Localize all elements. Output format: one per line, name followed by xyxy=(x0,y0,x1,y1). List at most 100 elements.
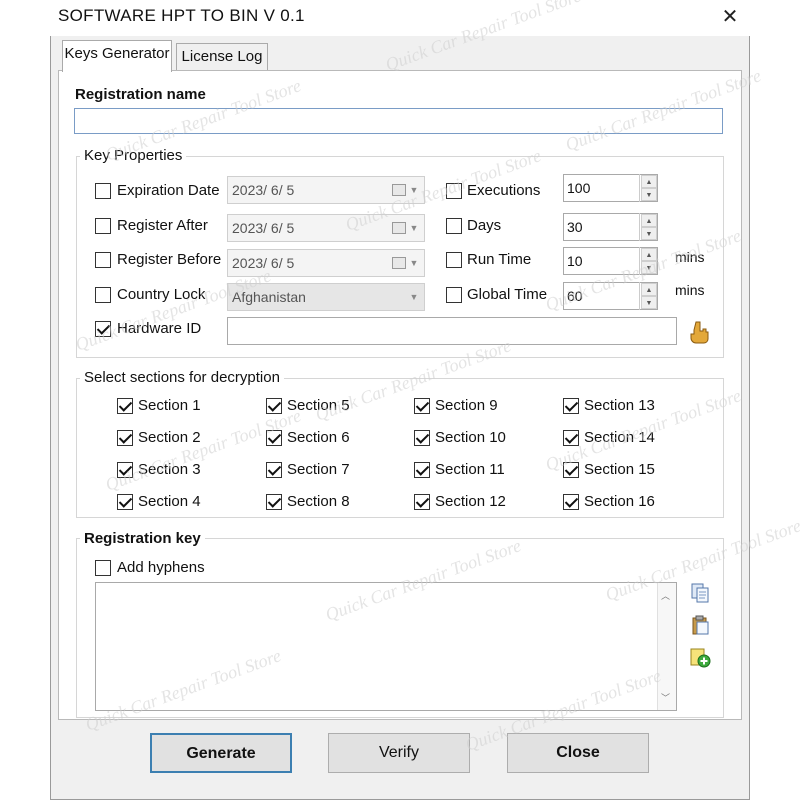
executions-checkbox[interactable] xyxy=(446,183,462,199)
section-3-checkbox[interactable] xyxy=(117,462,133,478)
up-arrow-icon[interactable]: ▲ xyxy=(641,283,657,296)
section-15-label: Section 15 xyxy=(584,461,655,478)
section-12-label: Section 12 xyxy=(435,493,506,510)
section-2-checkbox[interactable] xyxy=(117,430,133,446)
section-7-label: Section 7 xyxy=(287,461,350,478)
chevron-down-icon: ▼ xyxy=(409,223,419,233)
copy-button[interactable] xyxy=(689,582,711,604)
hardware-id-input[interactable] xyxy=(227,317,677,345)
down-arrow-icon[interactable]: ▼ xyxy=(641,227,657,240)
register-before-checkbox[interactable] xyxy=(95,252,111,268)
days-spinbox[interactable]: 30 ▲ ▼ xyxy=(563,213,658,241)
section-2-label: Section 2 xyxy=(138,429,201,446)
register-after-checkbox[interactable] xyxy=(95,218,111,234)
paste-button[interactable] xyxy=(689,614,711,636)
hand-pointer-icon xyxy=(690,321,709,344)
expiration-date-checkbox[interactable] xyxy=(95,183,111,199)
run-time-unit: mins xyxy=(675,249,705,265)
up-arrow-icon[interactable]: ▲ xyxy=(641,214,657,227)
section-8-checkbox[interactable] xyxy=(266,494,282,510)
tab-keys-generator[interactable]: Keys Generator xyxy=(62,40,172,72)
section-4-checkbox[interactable] xyxy=(117,494,133,510)
days-spin-buttons[interactable]: ▲ ▼ xyxy=(639,213,657,241)
window-close-button[interactable]: ✕ xyxy=(716,4,744,30)
up-arrow-icon[interactable]: ▲ xyxy=(641,248,657,261)
registration-name-input[interactable] xyxy=(74,108,723,134)
section-9-checkbox[interactable] xyxy=(414,398,430,414)
section-16-checkbox[interactable] xyxy=(563,494,579,510)
add-hyphens-checkbox[interactable] xyxy=(95,560,111,576)
section-9-label: Section 9 xyxy=(435,397,498,414)
section-5-checkbox[interactable] xyxy=(266,398,282,414)
chevron-down-icon: ▼ xyxy=(409,258,419,268)
down-arrow-icon[interactable]: ▼ xyxy=(641,261,657,274)
expiration-date-picker[interactable]: 2023/ 6/ 5 ▼ xyxy=(227,176,425,204)
global-time-checkbox[interactable] xyxy=(446,287,462,303)
section-4-label: Section 4 xyxy=(138,493,201,510)
add-key-button[interactable] xyxy=(689,646,711,668)
global-time-value: 60 xyxy=(567,288,583,304)
scroll-up-icon[interactable]: ︿ xyxy=(661,589,670,602)
section-13-checkbox[interactable] xyxy=(563,398,579,414)
registration-key-legend: Registration key xyxy=(80,530,205,547)
close-button[interactable]: Close xyxy=(507,733,649,773)
down-arrow-icon[interactable]: ▼ xyxy=(641,296,657,309)
hardware-id-label: Hardware ID xyxy=(117,320,202,337)
verify-button[interactable]: Verify xyxy=(328,733,470,773)
days-label: Days xyxy=(467,217,502,234)
generate-button[interactable]: Generate xyxy=(150,733,292,773)
section-3-label: Section 3 xyxy=(138,461,201,478)
expiration-date-value: 2023/ 6/ 5 xyxy=(232,182,295,198)
global-time-spin-buttons[interactable]: ▲ ▼ xyxy=(639,282,657,310)
country-select-value: Afghanistan xyxy=(232,289,306,305)
add-hyphens-label: Add hyphens xyxy=(117,559,205,576)
country-select[interactable]: Afghanistan ▼ xyxy=(227,283,425,311)
down-arrow-icon[interactable]: ▼ xyxy=(641,188,657,201)
section-11-checkbox[interactable] xyxy=(414,462,430,478)
country-lock-label: Country Lock xyxy=(117,286,206,303)
scroll-down-icon[interactable]: ﹀ xyxy=(661,691,670,704)
add-icon xyxy=(690,648,711,668)
section-10-label: Section 10 xyxy=(435,429,506,446)
run-time-checkbox[interactable] xyxy=(446,252,462,268)
register-after-picker[interactable]: 2023/ 6/ 5 ▼ xyxy=(227,214,425,242)
register-after-label: Register After xyxy=(117,217,208,234)
register-before-label: Register Before xyxy=(117,251,222,268)
global-time-spinbox[interactable]: 60 ▲ ▼ xyxy=(563,282,658,310)
run-time-value: 10 xyxy=(567,253,583,269)
get-hardware-id-button[interactable] xyxy=(688,320,710,344)
days-checkbox[interactable] xyxy=(446,218,462,234)
executions-label: Executions xyxy=(467,182,541,199)
section-13-label: Section 13 xyxy=(584,397,655,414)
section-7-checkbox[interactable] xyxy=(266,462,282,478)
section-1-checkbox[interactable] xyxy=(117,398,133,414)
section-1-label: Section 1 xyxy=(138,397,201,414)
section-11-label: Section 11 xyxy=(435,461,505,478)
vertical-scrollbar[interactable]: ︿ ﹀ xyxy=(657,583,676,710)
section-12-checkbox[interactable] xyxy=(414,494,430,510)
executions-spin-buttons[interactable]: ▲ ▼ xyxy=(639,174,657,202)
section-8-label: Section 8 xyxy=(287,493,350,510)
register-before-picker[interactable]: 2023/ 6/ 5 ▼ xyxy=(227,249,425,277)
section-16-label: Section 16 xyxy=(584,493,655,510)
run-time-spin-buttons[interactable]: ▲ ▼ xyxy=(639,247,657,275)
run-time-spinbox[interactable]: 10 ▲ ▼ xyxy=(563,247,658,275)
section-6-checkbox[interactable] xyxy=(266,430,282,446)
hardware-id-checkbox[interactable] xyxy=(95,321,111,337)
section-10-checkbox[interactable] xyxy=(414,430,430,446)
country-lock-checkbox[interactable] xyxy=(95,287,111,303)
section-14-checkbox[interactable] xyxy=(563,430,579,446)
run-time-label: Run Time xyxy=(467,251,532,268)
up-arrow-icon[interactable]: ▲ xyxy=(641,175,657,188)
registration-key-textarea[interactable]: ︿ ﹀ xyxy=(95,582,677,711)
registration-name-label: Registration name xyxy=(75,86,206,103)
section-15-checkbox[interactable] xyxy=(563,462,579,478)
executions-spinbox[interactable]: 100 ▲ ▼ xyxy=(563,174,658,202)
paste-icon xyxy=(692,615,709,635)
chevron-down-icon: ▼ xyxy=(409,185,419,195)
section-14-label: Section 14 xyxy=(584,429,655,446)
tab-license-log[interactable]: License Log xyxy=(176,43,268,71)
sections-legend: Select sections for decryption xyxy=(80,369,284,386)
register-before-value: 2023/ 6/ 5 xyxy=(232,255,295,271)
window-title: SOFTWARE HPT TO BIN V 0.1 xyxy=(58,6,305,25)
